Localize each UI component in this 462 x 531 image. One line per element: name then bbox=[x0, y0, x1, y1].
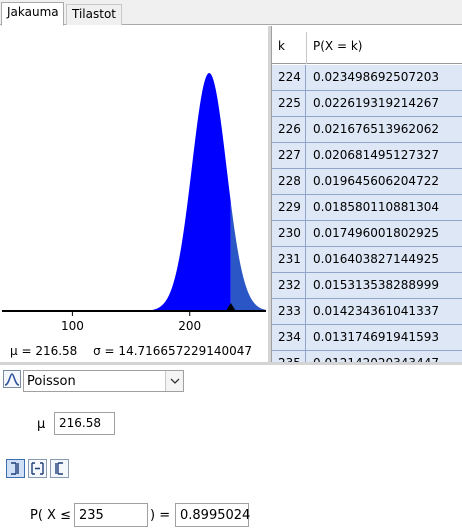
distribution-select[interactable]: Poisson bbox=[23, 370, 184, 392]
two-sided-interval-button[interactable] bbox=[28, 459, 47, 478]
cell-k: 235 bbox=[272, 351, 306, 362]
cell-probability: 0.017496001802925 bbox=[313, 226, 439, 240]
table-row[interactable]: 224 0.023498692507203 bbox=[272, 65, 462, 91]
distribution-select-value: Poisson bbox=[27, 374, 76, 389]
table-row[interactable]: 227 0.020681495127327 bbox=[272, 143, 462, 169]
x-tick-label: 100 bbox=[61, 319, 84, 333]
cell-k: 233 bbox=[272, 299, 306, 324]
distribution-chart: 100 200 μ = 216.58 σ = 14.716657229140047 bbox=[0, 26, 270, 362]
cell-k: 232 bbox=[272, 273, 306, 298]
table-row[interactable]: 2350.012142020343447 bbox=[272, 351, 462, 362]
upper-bound-input[interactable]: 235 bbox=[74, 503, 148, 527]
column-header-probability: P(X = k) bbox=[313, 39, 363, 53]
cell-k: 225 bbox=[272, 91, 306, 116]
cell-probability: 0.015313538288999 bbox=[313, 278, 439, 292]
right-sided-interval-button[interactable] bbox=[50, 459, 69, 478]
tail-area bbox=[230, 202, 266, 311]
cell-k: 231 bbox=[272, 247, 306, 272]
cell-k: 224 bbox=[272, 65, 306, 90]
cell-probability: 0.012142020343447 bbox=[307, 351, 439, 362]
table-row[interactable]: 230 0.017496001802925 bbox=[272, 221, 462, 247]
distribution-curve-icon[interactable] bbox=[3, 370, 21, 388]
table-row[interactable]: 228 0.019645606204722 bbox=[272, 169, 462, 195]
mu-input[interactable]: 216.58 bbox=[54, 412, 115, 435]
cell-probability: 0.014234361041337 bbox=[313, 304, 439, 318]
cell-probability: 0.013174691941593 bbox=[313, 330, 439, 344]
cell-k: 227 bbox=[272, 143, 306, 168]
table-row[interactable]: 232 0.015313538288999 bbox=[272, 273, 462, 299]
table-row[interactable]: 233 0.014234361041337 bbox=[272, 299, 462, 325]
distribution-area bbox=[2, 73, 231, 311]
cell-probability: 0.023498692507203 bbox=[313, 70, 439, 84]
cell-probability: 0.016403827144925 bbox=[313, 252, 439, 266]
equals-label: ) = bbox=[150, 508, 171, 523]
table-row[interactable]: 225 0.022619319214267 bbox=[272, 91, 462, 117]
mean-label: μ = 216.58 bbox=[10, 344, 78, 358]
cell-k: 229 bbox=[272, 195, 306, 220]
chart-canvas: 100 200 bbox=[2, 73, 266, 333]
cell-probability: 0.020681495127327 bbox=[313, 148, 439, 162]
column-header-k: k bbox=[278, 39, 285, 53]
mu-parameter-label: μ bbox=[37, 417, 46, 432]
tab-distribution[interactable]: Jakauma bbox=[1, 2, 64, 26]
probability-label: P( X ≤ bbox=[30, 508, 71, 523]
cell-k: 230 bbox=[272, 221, 306, 246]
tab-statistics[interactable]: Tilastot bbox=[66, 4, 122, 25]
column-separator bbox=[306, 32, 307, 64]
probability-table: k P(X = k) 224 0.023498692507203 225 0.0226… bbox=[271, 26, 462, 362]
table-row[interactable]: 231 0.016403827144925 bbox=[272, 247, 462, 273]
tab-bar: Jakauma Tilastot bbox=[0, 0, 462, 26]
sigma-label: σ = 14.716657229140047 bbox=[93, 344, 253, 358]
chevron-down-icon[interactable] bbox=[165, 371, 183, 391]
left-sided-interval-button[interactable] bbox=[6, 459, 25, 478]
table-row[interactable]: 234 0.013174691941593 bbox=[272, 325, 462, 351]
x-tick-label: 200 bbox=[178, 319, 201, 333]
cell-k: 228 bbox=[272, 169, 306, 194]
controls-panel: Poisson μ 216.58 P( X ≤ 235 ) = 0.899502… bbox=[0, 365, 462, 531]
table-row[interactable]: 229 0.018580110881304 bbox=[272, 195, 462, 221]
cell-k: 234 bbox=[272, 325, 306, 350]
distribution-stats: μ = 216.58 σ = 14.716657229140047 bbox=[10, 344, 264, 358]
cell-k: 226 bbox=[272, 117, 306, 142]
table-body: 224 0.023498692507203 225 0.022619319214267… bbox=[272, 65, 462, 362]
cell-probability: 0.022619319214267 bbox=[313, 96, 439, 110]
probability-result-field[interactable]: 0.8995024 bbox=[175, 503, 250, 527]
cell-probability: 0.021676513962062 bbox=[313, 122, 439, 136]
cell-probability: 0.019645606204722 bbox=[313, 174, 439, 188]
cell-probability: 0.018580110881304 bbox=[313, 200, 439, 214]
table-row[interactable]: 226 0.021676513962062 bbox=[272, 117, 462, 143]
table-header: k P(X = k) bbox=[272, 32, 462, 64]
